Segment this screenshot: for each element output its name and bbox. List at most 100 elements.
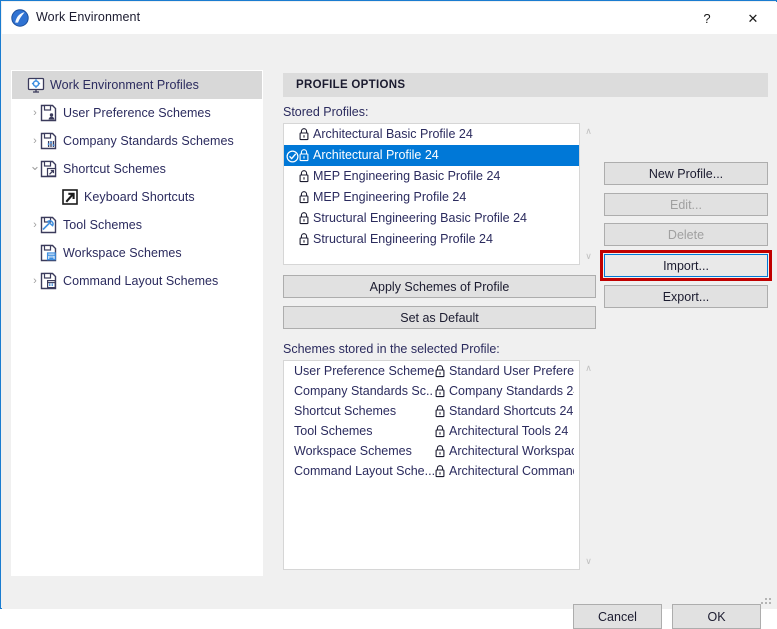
lock-icon bbox=[298, 232, 310, 246]
section-header-profile-options: PROFILE OPTIONS bbox=[283, 73, 768, 97]
cancel-button[interactable]: Cancel bbox=[573, 604, 662, 629]
tree-item-label: Workspace Schemes bbox=[63, 246, 182, 260]
lock-icon bbox=[298, 211, 310, 225]
edit-button[interactable]: Edit... bbox=[604, 193, 768, 216]
tree-item-tool-schemes[interactable]: ›Tool Schemes bbox=[12, 211, 262, 239]
tree-item-work-environment-profiles[interactable]: Work Environment Profiles bbox=[12, 71, 262, 99]
schemes-stored-label: Schemes stored in the selected Profile: bbox=[283, 342, 500, 356]
profile-list-item[interactable]: Structural Engineering Profile 24 bbox=[284, 229, 579, 250]
profile-name: Architectural Basic Profile 24 bbox=[313, 127, 473, 141]
tree-item-company-standards-schemes[interactable]: ›Company Standards Schemes bbox=[12, 127, 262, 155]
scheme-list-item[interactable]: Company Standards Sc... Company Standards… bbox=[284, 381, 579, 401]
profile-list-item[interactable]: MEP Engineering Profile 24 bbox=[284, 187, 579, 208]
scroll-up-icon[interactable]: ∧ bbox=[580, 123, 597, 140]
delete-button[interactable]: Delete bbox=[604, 223, 768, 246]
scheme-value-cell: Architectural Command... bbox=[434, 461, 574, 481]
ok-button[interactable]: OK bbox=[672, 604, 761, 629]
lock-icon bbox=[298, 169, 310, 183]
stored-schemes-scrollbar[interactable]: ∧ ∨ bbox=[580, 360, 597, 570]
stored-profiles-list[interactable]: Architectural Basic Profile 24 Architectu… bbox=[283, 123, 580, 265]
set-as-default-button[interactable]: Set as Default bbox=[283, 306, 596, 329]
lock-icon bbox=[434, 404, 446, 418]
tree-item-shortcut-schemes[interactable]: ⌄Shortcut Schemes bbox=[12, 155, 262, 183]
tree-item-label: Shortcut Schemes bbox=[63, 162, 166, 176]
scheme-type: Workspace Schemes bbox=[294, 441, 434, 461]
title-bar: Work Environment ? ✕ bbox=[2, 2, 777, 34]
tree-item-workspace-schemes[interactable]: Workspace Schemes bbox=[12, 239, 262, 267]
scheme-type: Shortcut Schemes bbox=[294, 401, 434, 421]
lock-icon bbox=[434, 424, 446, 438]
scheme-value-cell: Company Standards 24 bbox=[434, 381, 574, 401]
profile-list-item[interactable]: Structural Engineering Basic Profile 24 bbox=[284, 208, 579, 229]
tree-item-keyboard-shortcuts[interactable]: Keyboard Shortcuts bbox=[12, 183, 262, 211]
scheme-type: Command Layout Sche... bbox=[294, 461, 434, 481]
scheme-value-cell: Standard User Preferenc... bbox=[434, 361, 574, 381]
scheme-value: Architectural Command... bbox=[449, 464, 574, 478]
scroll-down-icon[interactable]: ∨ bbox=[580, 553, 597, 570]
tree-item-label: Tool Schemes bbox=[63, 218, 142, 232]
scheme-value: Standard User Preferenc... bbox=[449, 364, 574, 378]
scheme-list-item[interactable]: Workspace Schemes Architectural Workspac.… bbox=[284, 441, 579, 461]
profile-list-item[interactable]: Architectural Basic Profile 24 bbox=[284, 124, 579, 145]
tree-item-label: Keyboard Shortcuts bbox=[84, 190, 195, 204]
new-profile-button[interactable]: New Profile... bbox=[604, 162, 768, 185]
scheme-value: Company Standards 24 bbox=[449, 384, 574, 398]
archicad-logo-icon bbox=[11, 9, 29, 27]
lock-icon bbox=[434, 384, 446, 398]
scheme-type: Tool Schemes bbox=[294, 421, 434, 441]
scheme-type: User Preference Schemes bbox=[294, 361, 434, 381]
user-preference-schemes-icon bbox=[40, 104, 58, 122]
tool-schemes-icon bbox=[40, 216, 58, 234]
resize-grip[interactable] bbox=[761, 594, 773, 606]
work-environment-dialog: Work Environment ? ✕ Work Environment Pr… bbox=[0, 0, 777, 609]
lock-icon bbox=[298, 190, 310, 204]
scheme-value-cell: Architectural Tools 24 bbox=[434, 421, 574, 441]
stored-schemes-list[interactable]: User Preference Schemes Standard User Pre… bbox=[283, 360, 580, 570]
close-button[interactable]: ✕ bbox=[730, 3, 776, 34]
stored-profiles-scrollbar[interactable]: ∧ ∨ bbox=[580, 123, 597, 265]
tree-item-user-preference-schemes[interactable]: ›User Preference Schemes bbox=[12, 99, 262, 127]
shortcut-schemes-icon bbox=[40, 160, 58, 178]
tree-item-label: Work Environment Profiles bbox=[50, 78, 199, 92]
apply-schemes-of-profile-button[interactable]: Apply Schemes of Profile bbox=[283, 275, 596, 298]
tree-item-label: Company Standards Schemes bbox=[63, 134, 234, 148]
export-button[interactable]: Export... bbox=[604, 285, 768, 308]
profile-list-item[interactable]: MEP Engineering Basic Profile 24 bbox=[284, 166, 579, 187]
work-environment-tree[interactable]: Work Environment Profiles ›User Preferenc… bbox=[11, 70, 263, 576]
stored-profiles-label: Stored Profiles: bbox=[283, 105, 368, 119]
scheme-value-cell: Architectural Workspac... bbox=[434, 441, 574, 461]
scheme-value: Architectural Workspac... bbox=[449, 444, 574, 458]
profile-name: Structural Engineering Profile 24 bbox=[313, 232, 493, 246]
scheme-type: Company Standards Sc... bbox=[294, 381, 434, 401]
scroll-up-icon[interactable]: ∧ bbox=[580, 360, 597, 377]
lock-icon bbox=[434, 444, 446, 458]
scheme-list-item[interactable]: Command Layout Sche... Architectural Comm… bbox=[284, 461, 579, 481]
tree-item-label: User Preference Schemes bbox=[63, 106, 211, 120]
import-button[interactable]: Import... bbox=[604, 254, 768, 277]
profile-name: MEP Engineering Basic Profile 24 bbox=[313, 169, 500, 183]
keyboard-shortcuts-icon bbox=[61, 188, 79, 206]
command-layout-schemes-icon bbox=[40, 272, 58, 290]
active-profile-check-icon bbox=[286, 149, 299, 162]
window-title: Work Environment bbox=[36, 10, 140, 24]
profile-name: MEP Engineering Profile 24 bbox=[313, 190, 466, 204]
company-standards-schemes-icon bbox=[40, 132, 58, 150]
profile-list-item[interactable]: Architectural Profile 24 bbox=[284, 145, 579, 166]
profile-name: Architectural Profile 24 bbox=[313, 148, 439, 162]
lock-icon bbox=[298, 127, 310, 141]
profile-options-pane: PROFILE OPTIONS Stored Profiles: Archite… bbox=[274, 70, 768, 576]
scheme-list-item[interactable]: Tool SchemesArchitectural Tools 24 bbox=[284, 421, 579, 441]
workspace-schemes-icon bbox=[40, 244, 58, 262]
tree-item-label: Command Layout Schemes bbox=[63, 274, 218, 288]
help-button[interactable]: ? bbox=[684, 3, 730, 34]
lock-icon bbox=[434, 464, 446, 478]
scheme-list-item[interactable]: Shortcut Schemes Standard Shortcuts 24 bbox=[284, 401, 579, 421]
work-environment-profiles-icon bbox=[27, 76, 45, 94]
lock-icon bbox=[434, 364, 446, 378]
dialog-content: Work Environment Profiles ›User Preferenc… bbox=[2, 34, 777, 609]
scheme-value: Standard Shortcuts 24 bbox=[449, 404, 573, 418]
scroll-down-icon[interactable]: ∨ bbox=[580, 248, 597, 265]
scheme-list-item[interactable]: User Preference Schemes Standard User Pre… bbox=[284, 361, 579, 381]
tree-item-command-layout-schemes[interactable]: ›Command Layout Schemes bbox=[12, 267, 262, 295]
scheme-value-cell: Standard Shortcuts 24 bbox=[434, 401, 574, 421]
